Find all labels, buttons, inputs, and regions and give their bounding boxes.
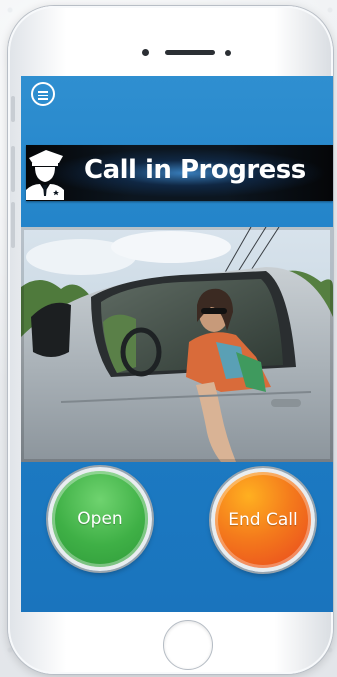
page: Call in Progress Open End Call bbox=[0, 0, 337, 677]
home-button-icon[interactable] bbox=[163, 620, 213, 670]
live-intercom-video-feed bbox=[21, 227, 333, 462]
proximity-sensor bbox=[225, 50, 231, 56]
end-call-button-label: End Call bbox=[228, 510, 298, 530]
volume-down-button bbox=[11, 202, 15, 248]
volume-up-button bbox=[11, 146, 15, 192]
hamburger-menu-icon[interactable] bbox=[31, 82, 55, 106]
end-call-button[interactable]: End Call bbox=[211, 468, 315, 572]
open-button[interactable]: Open bbox=[48, 467, 152, 571]
front-camera-icon bbox=[142, 49, 149, 56]
call-status-banner: Call in Progress bbox=[26, 145, 333, 201]
page-title: Call in Progress bbox=[84, 155, 306, 185]
mute-switch bbox=[11, 96, 15, 122]
open-button-label: Open bbox=[77, 509, 123, 529]
earpiece-speaker bbox=[165, 50, 215, 55]
video-frame bbox=[21, 227, 333, 462]
app-screen: Call in Progress Open End Call bbox=[21, 76, 333, 612]
security-guard-icon bbox=[26, 150, 64, 200]
